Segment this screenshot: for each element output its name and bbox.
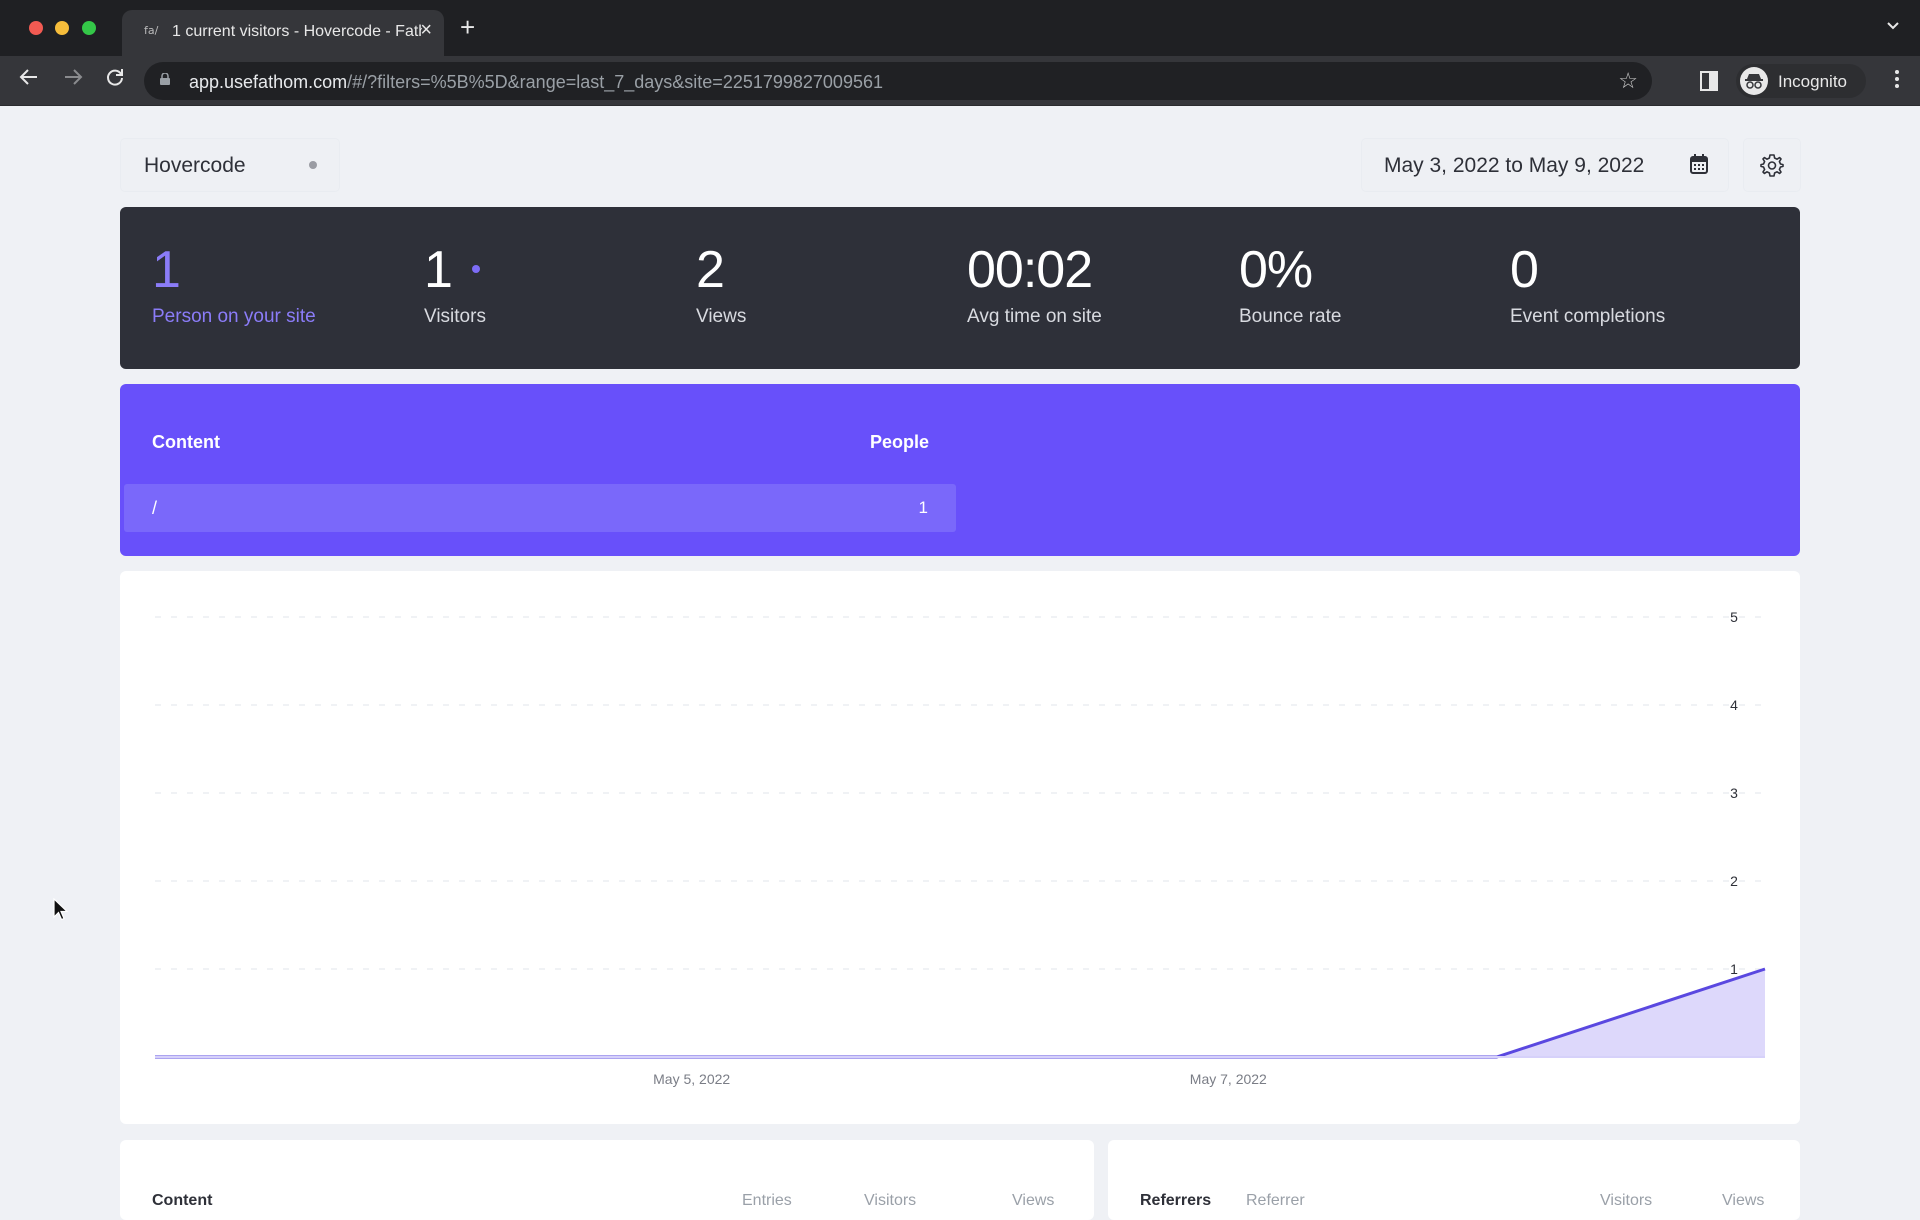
site-status-dot <box>309 161 317 169</box>
incognito-label: Incognito <box>1778 72 1847 91</box>
calendar-icon <box>1690 154 1708 174</box>
selected-metric-dot <box>471 265 480 274</box>
forward-arrow-icon[interactable] <box>62 66 84 92</box>
gear-icon <box>1760 154 1784 177</box>
browser-tab-bar: fa/ 1 current visitors - Hovercode - Fat… <box>0 0 1920 56</box>
back-arrow-icon[interactable] <box>18 66 40 92</box>
row-path: / <box>152 498 158 518</box>
visitors-chart[interactable]: 1 2 3 4 5 May 5, 2022 May 7, 2022 <box>120 571 1800 1124</box>
row-people-count: 1 <box>918 498 928 517</box>
incognito-profile-button[interactable]: Incognito <box>1736 64 1866 98</box>
y-tick-label: 1 <box>1730 961 1738 977</box>
y-tick-label: 3 <box>1730 785 1738 801</box>
column-header[interactable]: Views <box>1722 1192 1764 1210</box>
referrers-panel: Referrers Referrer Visitors Views <box>1108 1140 1800 1220</box>
column-header[interactable]: Referrers <box>1140 1192 1211 1210</box>
stat-value: 0% <box>1239 241 1313 299</box>
data-point[interactable] <box>419 1053 427 1061</box>
stat-label: Event completions <box>1510 306 1666 327</box>
address-bar[interactable]: app.usefathom.com/#/?filters=%5B%5D&rang… <box>144 62 1652 100</box>
date-range-picker[interactable]: May 3, 2022 to May 9, 2022 <box>1362 139 1728 191</box>
data-point[interactable] <box>688 1053 696 1061</box>
stat-value: 1 <box>152 241 181 299</box>
incognito-icon <box>1740 67 1768 95</box>
browser-menu-icon[interactable] <box>1894 68 1900 90</box>
settings-button[interactable] <box>1744 139 1800 191</box>
window-close-button[interactable] <box>29 21 43 35</box>
x-tick-label: May 7, 2022 <box>1190 1071 1267 1087</box>
browser-tab-active[interactable]: fa/ 1 current visitors - Hovercode - Fat… <box>122 10 444 56</box>
reload-icon[interactable] <box>104 66 126 92</box>
stat-value: 1 <box>424 241 453 299</box>
url-text: app.usefathom.com/#/?filters=%5B%5D&rang… <box>189 72 883 92</box>
stat-value: 0 <box>1510 241 1539 299</box>
column-header[interactable]: Views <box>1012 1192 1054 1210</box>
stat-visitors[interactable]: 1 Visitors <box>424 240 486 328</box>
stat-label: Bounce rate <box>1239 306 1342 327</box>
stat-bounce-rate[interactable]: 0% Bounce rate <box>1239 240 1341 328</box>
stat-event-completions[interactable]: 0 Event completions <box>1510 240 1665 328</box>
data-point[interactable] <box>1224 1053 1232 1061</box>
stat-avg-time[interactable]: 00:02 Avg time on site <box>967 240 1102 328</box>
side-panel-icon[interactable] <box>1700 71 1718 91</box>
column-header[interactable]: Entries <box>742 1192 792 1210</box>
tab-search-chevron-icon[interactable] <box>1886 18 1900 34</box>
series-area <box>155 969 1765 1057</box>
site-name: Hovercode <box>144 154 246 177</box>
new-tab-button[interactable]: + <box>460 14 475 40</box>
stat-label: Person on your site <box>152 306 316 327</box>
column-header[interactable]: Referrer <box>1246 1192 1305 1210</box>
data-point[interactable] <box>1761 965 1769 973</box>
data-point[interactable] <box>151 1053 159 1061</box>
tab-close-icon[interactable]: × <box>420 19 432 42</box>
column-header[interactable]: Visitors <box>864 1192 916 1210</box>
tab-title: 1 current visitors - Hovercode - Fathom <box>172 23 422 40</box>
series-line <box>155 967 1766 1059</box>
data-point[interactable] <box>956 1053 964 1061</box>
browser-toolbar: app.usefathom.com/#/?filters=%5B%5D&rang… <box>0 56 1920 106</box>
window-maximize-button[interactable] <box>82 21 96 35</box>
column-header[interactable]: Visitors <box>1600 1192 1652 1210</box>
x-tick-label: May 5, 2022 <box>653 1071 730 1087</box>
stat-current-people: 1 Person on your site <box>152 240 316 328</box>
site-selector[interactable]: Hovercode <box>121 139 339 191</box>
lock-icon <box>160 73 170 85</box>
column-header-content: Content <box>152 432 220 452</box>
window-minimize-button[interactable] <box>55 21 69 35</box>
stat-label: Views <box>696 306 747 327</box>
stats-summary: 1 Person on your site 1 Visitors 2 Views… <box>120 207 1800 369</box>
current-visitors-panel: Content People / 1 <box>120 384 1800 556</box>
stat-label: Visitors <box>424 306 486 327</box>
content-panel: Content Entries Visitors Views <box>120 1140 1094 1220</box>
y-tick-label: 4 <box>1730 697 1738 713</box>
current-visitors-row[interactable]: / 1 <box>124 484 956 532</box>
favicon-icon: fa/ <box>144 24 159 37</box>
y-tick-label: 5 <box>1730 609 1738 625</box>
stat-label: Avg time on site <box>967 306 1102 327</box>
stat-views[interactable]: 2 Views <box>696 240 746 328</box>
stat-value: 2 <box>696 241 725 299</box>
column-header-people: People <box>870 432 930 452</box>
data-point[interactable] <box>1493 1053 1501 1061</box>
date-range-text: May 3, 2022 to May 9, 2022 <box>1384 154 1645 177</box>
stat-value: 00:02 <box>967 241 1093 299</box>
visitors-chart-card: 1 2 3 4 5 May 5, 2022 May 7, 2022 <box>120 571 1800 1124</box>
y-tick-label: 2 <box>1730 873 1738 889</box>
mouse-cursor-icon <box>53 898 69 921</box>
column-header[interactable]: Content <box>152 1192 212 1210</box>
bookmark-star-icon[interactable]: ☆ <box>1618 68 1638 94</box>
